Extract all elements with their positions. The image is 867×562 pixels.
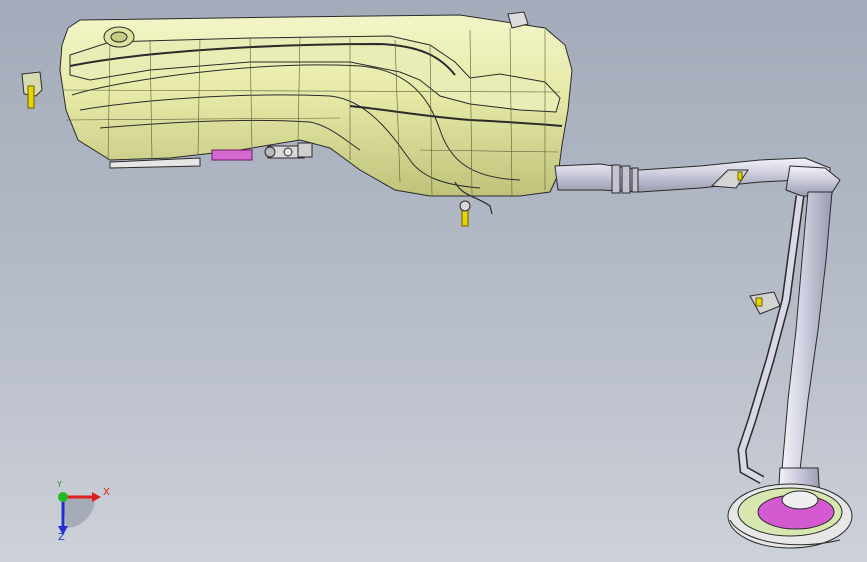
z-axis-label: Z [58, 532, 65, 543]
filler-housing[interactable] [727, 483, 853, 549]
cad-viewport[interactable] [0, 0, 867, 562]
vent-valve-cluster[interactable] [264, 142, 313, 159]
hose-clamp[interactable] [611, 164, 639, 194]
fuel-tank[interactable] [21, 11, 573, 227]
x-axis-label: X [103, 487, 110, 498]
mid-bracket-bolt [755, 297, 763, 307]
pump-connector[interactable] [211, 149, 253, 161]
pipe-bracket-bolt [737, 171, 743, 181]
filler-pipe-vertical[interactable] [781, 191, 833, 481]
filler-housing-neck [781, 490, 819, 510]
rear-bolt-head [459, 200, 471, 212]
y-axis-label: Y [57, 480, 62, 489]
left-bolt[interactable] [27, 85, 35, 109]
fuel-tank-pump-cap-inner [110, 31, 128, 43]
filler-pipe[interactable] [554, 157, 841, 501]
axis-triad-labels: X Y Z [40, 478, 120, 548]
mid-bracket[interactable] [749, 291, 781, 315]
